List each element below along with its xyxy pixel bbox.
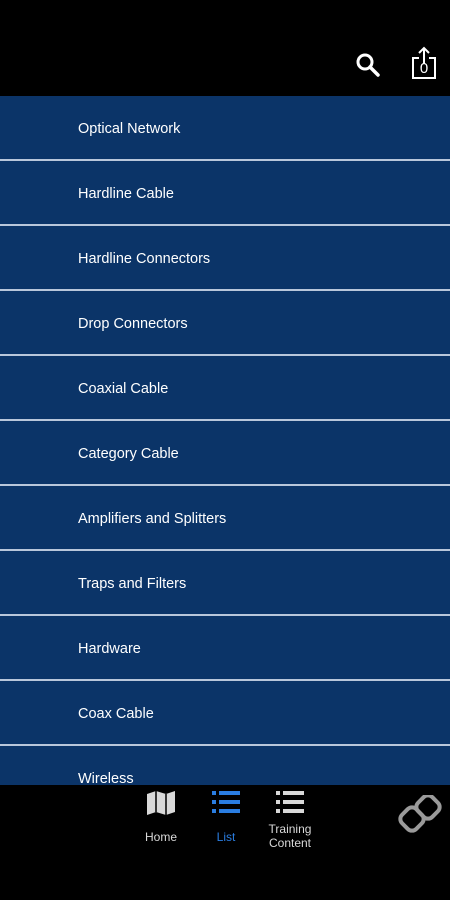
search-icon[interactable] [355,52,381,78]
nav-training-label-line1: Training [268,822,312,836]
nav-training-label-line2: Content [268,836,312,850]
list-item-label: Optical Network [78,121,181,137]
list-item[interactable]: Hardware [0,616,450,681]
list-item-label: Traps and Filters [78,576,187,592]
list-item-label: Coax Cable [78,706,154,722]
list-item-label: Drop Connectors [78,316,188,332]
top-app-bar: 0 [0,0,450,96]
list-item-label: Hardware [78,641,141,657]
list-item[interactable]: Traps and Filters [0,551,450,616]
list-item[interactable]: Drop Connectors [0,291,450,356]
list-item[interactable]: Hardline Cable [0,161,450,226]
nav-home-label: Home [144,830,177,844]
nav-training-content-button[interactable]: Training Content [262,790,318,850]
list-icon [276,791,304,813]
list-icon [212,791,240,813]
list-item[interactable]: Coaxial Cable [0,356,450,421]
list-item-label: Coaxial Cable [78,381,169,397]
nav-list-label: List [216,830,236,844]
list-item[interactable]: Category Cable [0,421,450,486]
list-item[interactable]: Coax Cable [0,681,450,746]
list-item-label: Wireless [78,771,134,785]
list-item[interactable]: Amplifiers and Splitters [0,486,450,551]
nav-home-button[interactable]: Home [136,790,186,844]
map-icon [147,791,175,815]
list-item[interactable]: Wireless [0,746,450,785]
nav-list-button[interactable]: List [204,790,248,844]
bottom-navigation: Home List Training Content [0,785,450,900]
category-list[interactable]: Optical Network Hardline Cable Hardline … [0,96,450,785]
list-item[interactable]: Optical Network [0,96,450,161]
chain-link-logo [398,795,442,833]
list-item-label: Hardline Cable [78,186,174,202]
list-item-label: Hardline Connectors [78,251,211,267]
list-item-label: Category Cable [78,446,179,462]
list-item[interactable]: Hardline Connectors [0,226,450,291]
list-item-label: Amplifiers and Splitters [78,511,227,527]
share-count: 0 [419,60,429,77]
